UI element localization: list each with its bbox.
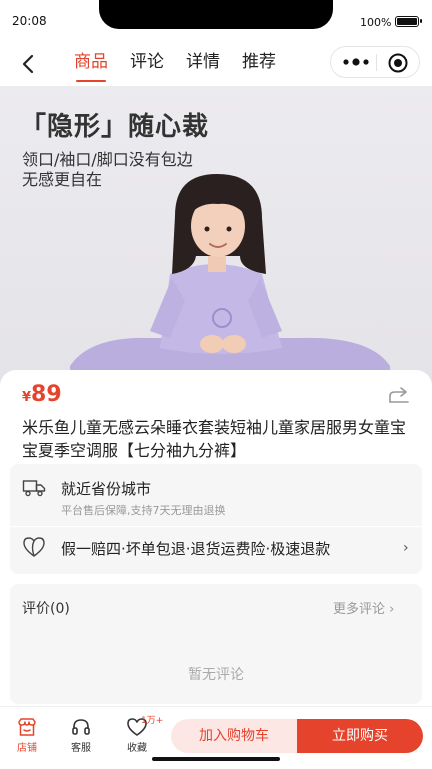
miniprogram-capsule	[330, 46, 420, 78]
hero-headline: 「隐形」随心裁	[20, 112, 210, 142]
reviews-label: 评价(0)	[22, 601, 70, 617]
reviews-section: 评价(0) 更多评论 › 暂无评论	[10, 584, 422, 704]
tab-goods[interactable]: 商品	[74, 42, 108, 86]
chevron-right-icon[interactable]: ›	[403, 540, 409, 556]
favorite-label: 收藏	[127, 743, 147, 754]
price-amount: 89	[31, 382, 62, 407]
store-icon	[18, 718, 36, 736]
tab-recommend[interactable]: 推荐	[242, 42, 276, 86]
back-arrow-icon[interactable]	[14, 50, 42, 78]
favorite-count-badge: 1万+	[141, 716, 164, 726]
shipping-title: 就近省份城市	[61, 480, 152, 498]
product-title: 米乐鱼儿童无感云朵睡衣套装短袖儿童家居服男女童宝宝夏季空调服【七分袖九分裤】	[22, 418, 407, 460]
service-label: 客服	[71, 743, 91, 754]
guarantee-heart-icon	[23, 537, 45, 557]
delivery-truck-icon	[22, 480, 46, 497]
hero-line-2: 无感更自在	[22, 170, 103, 189]
battery-icon	[395, 16, 422, 27]
shipping-subtitle: 平台售后保障,支持7天无理由退换	[61, 504, 226, 517]
home-indicator	[152, 757, 280, 761]
price-currency: ¥	[22, 390, 32, 405]
camera-notch	[99, 0, 333, 29]
store-button[interactable]: 店铺	[5, 717, 49, 754]
store-label: 店铺	[17, 743, 37, 754]
favorite-button[interactable]: 收藏 1万+	[115, 716, 163, 754]
service-divider	[10, 526, 422, 527]
more-options-icon[interactable]	[341, 54, 371, 70]
buy-now-button[interactable]: 立即购买	[297, 719, 423, 753]
share-icon[interactable]	[388, 386, 410, 404]
tab-details[interactable]: 详情	[186, 42, 220, 86]
product-info-card: ¥89 米乐鱼儿童无感云朵睡衣套装短袖儿童家居服男女童宝宝夏季空调服【七分袖九分…	[0, 370, 432, 718]
customer-service-button[interactable]: 客服	[59, 717, 103, 754]
status-bar: 20:08 100%	[0, 0, 432, 42]
service-panel: 就近省份城市 平台售后保障,支持7天无理由退换 假一赔四·坏单包退·退货运费险·…	[10, 464, 422, 574]
tab-reviews[interactable]: 评论	[130, 42, 164, 86]
close-miniprogram-icon[interactable]	[387, 52, 409, 74]
price: ¥89	[22, 382, 62, 407]
guarantee-text[interactable]: 假一赔四·坏单包退·退货运费险·极速退款	[61, 538, 330, 559]
more-reviews-label: 更多评论	[333, 602, 386, 617]
capsule-divider	[376, 54, 377, 71]
top-nav: 商品 评论 详情 推荐	[0, 42, 432, 86]
headset-icon	[72, 719, 90, 735]
add-to-cart-button[interactable]: 加入购物车	[171, 719, 297, 753]
battery-percent: 100%	[360, 16, 392, 29]
more-reviews-link[interactable]: 更多评论 ›	[333, 598, 394, 617]
nav-tabs: 商品 评论 详情 推荐	[74, 42, 276, 86]
status-time: 20:08	[12, 14, 47, 28]
product-hero-image[interactable]: 「隐形」随心裁 领口/袖口/脚口没有包边 无感更自在	[0, 86, 432, 386]
no-reviews-text: 暂无评论	[188, 667, 244, 683]
